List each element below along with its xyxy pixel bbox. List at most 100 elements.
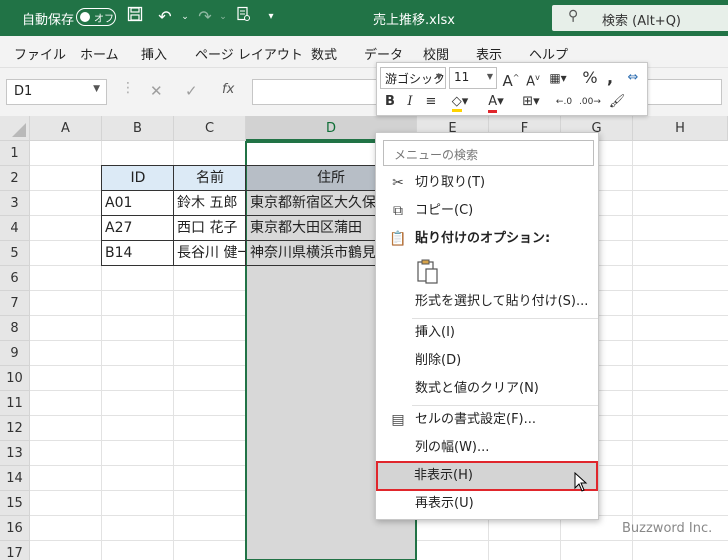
row-header-8[interactable]: 8 — [0, 316, 30, 341]
row-header-16[interactable]: 16 — [0, 516, 30, 541]
column-header-b[interactable]: B — [102, 116, 174, 141]
paste-icon[interactable] — [416, 259, 440, 285]
format-cells-icon: ▤ — [391, 412, 405, 428]
title-bar: 自動保存 オフ ↶ ⌄ ↷ ⌄ ▾ 売上推移.xlsx ⚲ 検索 (Alt+Q) — [0, 0, 728, 36]
row-header-2[interactable]: 2 — [0, 166, 30, 191]
merge-center-icon[interactable]: ⇔ — [623, 67, 643, 89]
row-header-17[interactable]: 17 — [0, 541, 30, 560]
spreadsheet-grid[interactable]: A B C D E F G H 1 2 3 4 5 6 7 8 9 10 11 … — [0, 116, 728, 560]
undo-dropdown-icon[interactable]: ⌄ — [174, 6, 196, 28]
decrease-decimal-icon[interactable]: .00→ — [579, 91, 601, 113]
table-header-name[interactable]: 名前 — [174, 166, 246, 191]
menu-item-label: 列の幅(W)... — [415, 440, 490, 455]
row-header-5[interactable]: 5 — [0, 241, 30, 266]
menu-item-unhide[interactable]: 再表示(U) — [377, 491, 597, 517]
toggle-knob — [80, 12, 90, 22]
tab-help[interactable]: ヘルプ — [529, 44, 568, 63]
menu-separator — [412, 405, 598, 406]
table-cell[interactable]: 長谷川 健一 — [174, 241, 246, 266]
row-header-9[interactable]: 9 — [0, 341, 30, 366]
tab-page-layout[interactable]: ページ レイアウト — [195, 44, 303, 63]
column-header-a[interactable]: A — [30, 116, 102, 141]
table-cell[interactable]: B14 — [102, 241, 174, 266]
increase-font-size-icon[interactable]: A^ — [501, 67, 521, 90]
borders-icon[interactable]: ⊞▾ — [517, 91, 545, 113]
row-header-10[interactable]: 10 — [0, 366, 30, 391]
row-header-14[interactable]: 14 — [0, 466, 30, 491]
enter-icon[interactable]: ✓ — [185, 82, 198, 100]
fill-color-icon[interactable]: ◇▾ — [445, 91, 475, 113]
tab-insert[interactable]: 挿入 — [141, 44, 167, 63]
menu-item-cut[interactable]: ✂ 切り取り(T) — [377, 170, 597, 196]
font-size-value: 11 — [454, 70, 470, 84]
tab-review[interactable]: 校閲 — [423, 44, 449, 63]
menu-item-hide[interactable]: 非表示(H) — [376, 461, 598, 491]
menu-item-label: 再表示(U) — [415, 496, 474, 511]
row-header-7[interactable]: 7 — [0, 291, 30, 316]
search-icon: ⚲ — [568, 8, 579, 24]
tab-home[interactable]: ホーム — [80, 44, 119, 63]
decrease-font-size-icon[interactable]: Av — [523, 67, 543, 89]
select-all-corner[interactable] — [0, 116, 30, 141]
number-format-icon[interactable]: ▦▾ — [545, 67, 571, 89]
bold-icon[interactable]: B — [382, 91, 398, 113]
menu-search-input[interactable]: メニューの検索 — [383, 140, 594, 166]
menu-search-placeholder: メニューの検索 — [394, 148, 479, 162]
table-header-id[interactable]: ID — [102, 166, 174, 191]
font-name-select[interactable]: 游ゴシック ▼ — [380, 67, 446, 89]
menu-item-format-cells[interactable]: ▤ セルの書式設定(F)... — [377, 407, 597, 433]
copy-icon: ⧉ — [393, 203, 403, 219]
column-header-h[interactable]: H — [633, 116, 728, 141]
tab-file[interactable]: ファイル — [14, 44, 66, 63]
row-header-12[interactable]: 12 — [0, 416, 30, 441]
tab-formulas[interactable]: 数式 — [311, 44, 337, 63]
align-center-icon[interactable]: ≡ — [422, 91, 440, 113]
increase-decimal-icon[interactable]: ←.0 — [553, 91, 575, 113]
table-cell[interactable]: 鈴木 五郎 — [174, 191, 246, 216]
window-title: 売上推移.xlsx — [373, 13, 455, 28]
menu-item-paste-special[interactable]: 形式を選択して貼り付け(S)... — [377, 289, 597, 315]
insert-function-icon[interactable]: fx — [222, 82, 234, 97]
scissors-icon: ✂ — [392, 175, 404, 191]
row-header-13[interactable]: 13 — [0, 441, 30, 466]
mouse-cursor-icon — [574, 471, 588, 497]
row-header-1[interactable]: 1 — [0, 141, 30, 166]
menu-item-label: 切り取り(T) — [415, 175, 486, 190]
menu-item-paste-options: 📋 貼り付けのオプション: — [377, 226, 597, 252]
tab-data[interactable]: データ — [364, 44, 403, 63]
row-header-11[interactable]: 11 — [0, 391, 30, 416]
quick-print-icon[interactable] — [232, 6, 254, 28]
row-header-15[interactable]: 15 — [0, 491, 30, 516]
autosave-toggle[interactable]: オフ — [76, 8, 116, 26]
chevron-down-icon[interactable]: ▼ — [93, 84, 100, 94]
grip-icon: ⋮ — [121, 80, 135, 96]
percent-style-icon[interactable]: % — [581, 67, 599, 89]
table-cell[interactable]: 西口 花子 — [174, 216, 246, 241]
comma-style-icon[interactable]: , — [603, 67, 617, 89]
undo-icon[interactable]: ↶ — [154, 6, 176, 28]
row-header-3[interactable]: 3 — [0, 191, 30, 216]
search-box[interactable]: ⚲ 検索 (Alt+Q) — [552, 5, 728, 31]
row-header-6[interactable]: 6 — [0, 266, 30, 291]
cancel-icon[interactable]: ✕ — [150, 82, 163, 100]
table-cell[interactable]: A01 — [102, 191, 174, 216]
menu-item-insert[interactable]: 挿入(I) — [377, 320, 597, 346]
font-size-select[interactable]: 11 ▼ — [449, 67, 497, 89]
menu-item-label: 削除(D) — [415, 353, 462, 368]
redo-dropdown-icon[interactable]: ⌄ — [212, 6, 234, 28]
table-cell[interactable]: A27 — [102, 216, 174, 241]
customize-qat-icon[interactable]: ▾ — [260, 6, 282, 28]
row-header-4[interactable]: 4 — [0, 216, 30, 241]
menu-item-copy[interactable]: ⧉ コピー(C) — [377, 198, 597, 224]
column-header-c[interactable]: C — [174, 116, 246, 141]
italic-icon[interactable]: I — [402, 91, 418, 113]
format-painter-icon[interactable]: 🖌 — [607, 91, 627, 113]
clipboard-icon: 📋 — [389, 231, 407, 247]
menu-item-delete[interactable]: 削除(D) — [377, 348, 597, 374]
tab-view[interactable]: 表示 — [476, 44, 502, 63]
save-icon[interactable] — [124, 6, 146, 28]
menu-item-column-width[interactable]: 列の幅(W)... — [377, 435, 597, 461]
name-box[interactable]: D1 ▼ — [6, 79, 107, 105]
menu-item-clear-contents[interactable]: 数式と値のクリア(N) — [377, 376, 597, 402]
font-color-icon[interactable]: A▾ — [481, 91, 511, 113]
